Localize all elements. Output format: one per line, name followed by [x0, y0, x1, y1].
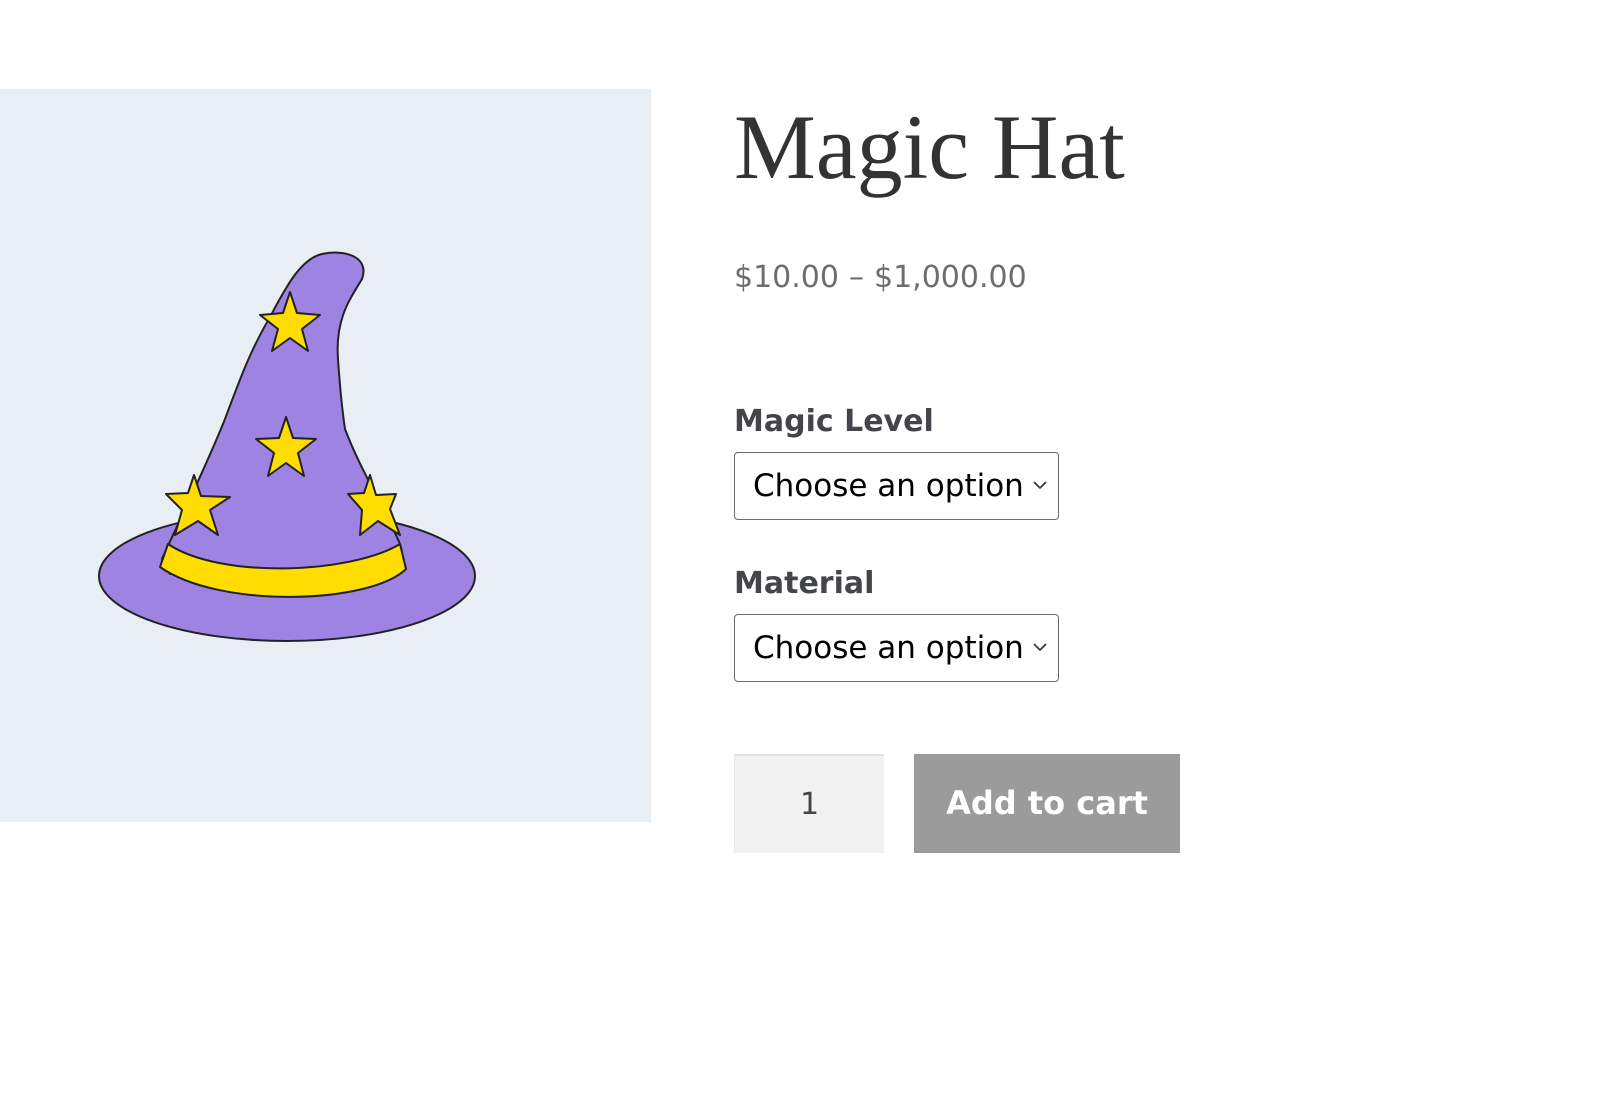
- magic-level-label: Magic Level: [734, 404, 934, 439]
- price-max: $1,000.00: [873, 260, 1027, 295]
- wizard-hat-image: [98, 251, 476, 642]
- add-to-cart-button[interactable]: Add to cart: [914, 754, 1180, 853]
- price-min: $10.00: [734, 260, 839, 295]
- chevron-down-icon: [1033, 481, 1047, 490]
- magic-level-select-value: Choose an option: [753, 468, 1024, 504]
- product-title: Magic Hat: [734, 96, 1125, 198]
- material-select-value: Choose an option: [753, 630, 1024, 666]
- magic-level-select[interactable]: Choose an option: [734, 452, 1059, 520]
- price-separator: –: [848, 260, 864, 295]
- quantity-input[interactable]: 1: [734, 754, 884, 853]
- product-page: Magic Hat $10.00– $1,000.00 Magic Level C…: [0, 0, 1600, 1100]
- material-label: Material: [734, 566, 875, 601]
- chevron-down-icon: [1033, 643, 1047, 652]
- product-image[interactable]: [0, 89, 651, 822]
- material-select[interactable]: Choose an option: [734, 614, 1059, 682]
- price-range: $10.00– $1,000.00: [734, 258, 1027, 298]
